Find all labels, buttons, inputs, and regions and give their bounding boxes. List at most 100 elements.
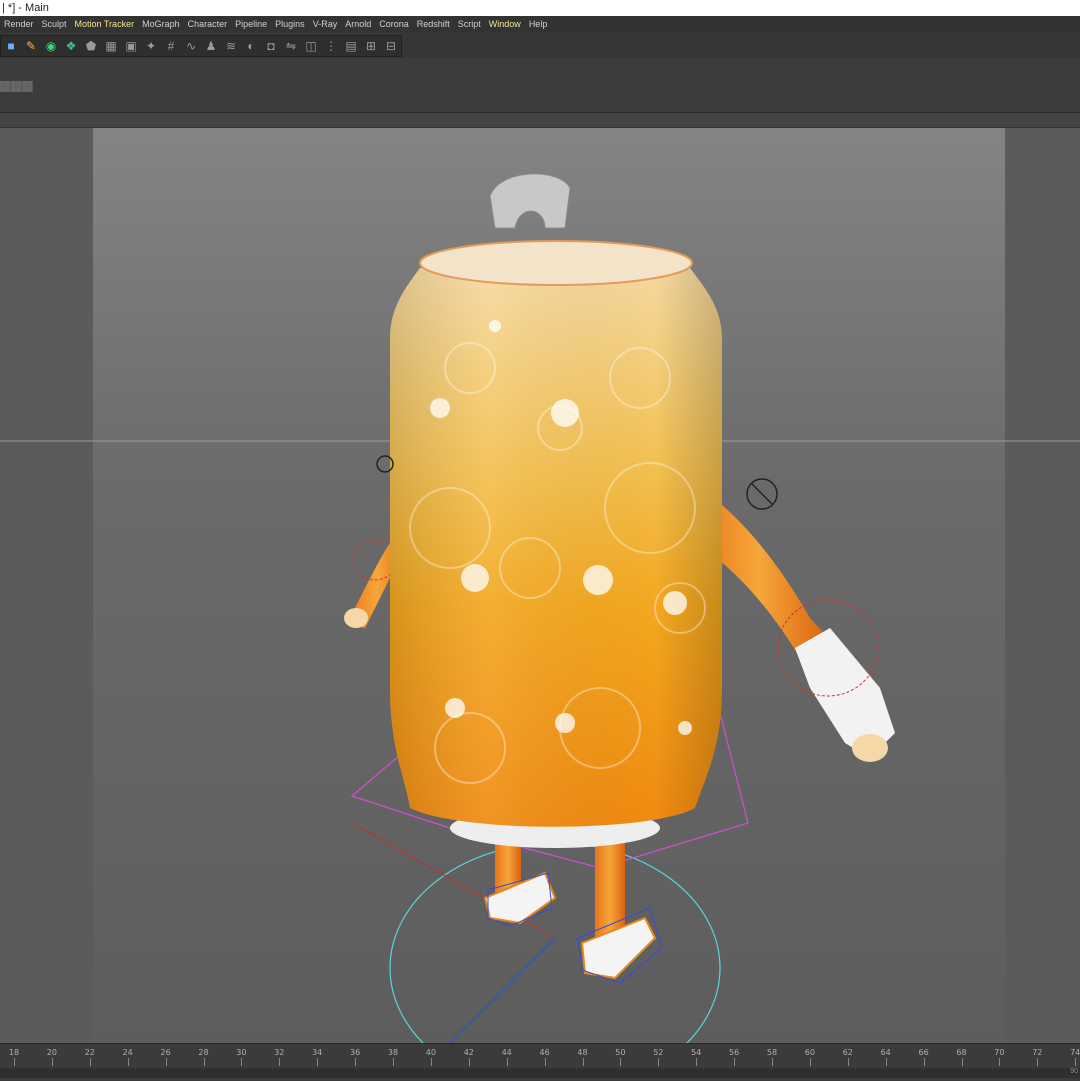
timeline-track[interactable] [0, 1068, 1080, 1078]
camera-icon[interactable]: ▣ [122, 37, 140, 55]
hair-icon[interactable]: ≋ [222, 37, 240, 55]
sculpt-icon[interactable]: ◐ [242, 37, 260, 55]
deformer-icon[interactable]: ⬟ [82, 37, 100, 55]
timeline-tick-mark [89, 1058, 91, 1066]
timeline-tick-label: 44 [501, 1048, 512, 1057]
timeline-tick-mark [544, 1058, 546, 1066]
window-title: | *] - Main [2, 2, 49, 14]
timeline-tick-label: 58 [766, 1048, 778, 1057]
timeline-tick-mark [809, 1058, 811, 1066]
timeline-tick-mark [847, 1058, 849, 1066]
timeline-tick-mark [127, 1058, 129, 1066]
timeline-tick-label: 24 [122, 1048, 133, 1057]
timeline-tick-label: 70 [994, 1048, 1005, 1057]
mini-tool-icon[interactable]: · [0, 81, 11, 92]
timeline-tick-mark [430, 1058, 432, 1066]
timeline-tick-mark [51, 1058, 53, 1066]
right-hand[interactable] [852, 734, 888, 762]
timeline-tick-mark [696, 1058, 698, 1066]
grid-icon[interactable]: # [162, 37, 180, 55]
3d-viewport[interactable] [0, 128, 1080, 1043]
menu-item-render[interactable]: Render [0, 16, 38, 32]
mesh-icon[interactable]: ⊞ [362, 37, 380, 55]
timeline-tick-label: 34 [312, 1048, 323, 1057]
menu-item-corona[interactable]: Corona [375, 16, 413, 32]
timeline[interactable]: 18 20 22 24 26 28 30 32 34 36 38 40 42 44 46 48 50 52 54 56… [0, 1043, 1080, 1081]
timeline-tick-label: 32 [274, 1048, 285, 1057]
subdivision-icon[interactable]: ◉ [42, 37, 60, 55]
menu-item-arnold[interactable]: Arnold [341, 16, 375, 32]
menu-item-redshift[interactable]: Redshift [413, 16, 454, 32]
timeline-tick-mark [923, 1058, 925, 1066]
timeline-tick-label: 36 [350, 1048, 361, 1057]
timeline-tick-label: 60 [804, 1048, 815, 1057]
left-hand[interactable] [344, 608, 368, 628]
timeline-tick-mark [658, 1058, 660, 1066]
lattice-icon[interactable]: ⊟ [382, 37, 400, 55]
matrix-icon[interactable]: ▤ [342, 37, 360, 55]
timeline-tick-mark [279, 1058, 281, 1066]
timeline-tick-label: 18 [8, 1048, 20, 1057]
array-icon[interactable]: ⋮ [322, 37, 340, 55]
timeline-tick-mark [734, 1058, 736, 1066]
timeline-tick-label: 22 [84, 1048, 95, 1057]
timeline-tick-label: 74 [1070, 1048, 1080, 1057]
timeline-tick-label: 50 [615, 1048, 626, 1057]
timeline-tick-label: 20 [46, 1048, 57, 1057]
timeline-tick-mark [582, 1058, 584, 1066]
menu-item-v-ray[interactable]: V-Ray [309, 16, 342, 32]
timeline-tick-label: 40 [425, 1048, 436, 1057]
mini-tool-icon[interactable]: · [22, 81, 33, 92]
cloner-icon[interactable]: ❖ [62, 37, 80, 55]
menu-item-pipeline[interactable]: Pipeline [231, 16, 271, 32]
timeline-tick-mark [620, 1058, 622, 1066]
timeline-tick-label: 52 [653, 1048, 664, 1057]
cube-icon[interactable]: ■ [2, 37, 20, 55]
timeline-tick-mark [14, 1058, 15, 1066]
timeline-ruler[interactable]: 18 20 22 24 26 28 30 32 34 36 38 40 42 44 46 48 50 52 54 56… [0, 1044, 1080, 1068]
toolbar-icon-group: ■ ✎ ◉ ❖ ⬟ ▦ ▣ ✦ # ∿ ♟ ≋ ◐ ◘ ⇋ ◫ ⋮ ▤ ⊞ ⊟ [0, 35, 402, 57]
menu-item-script[interactable]: Script [454, 16, 485, 32]
pen-icon[interactable]: ✎ [22, 37, 40, 55]
timeline-tick-label: 56 [729, 1048, 740, 1057]
command-toolbar: ■ ✎ ◉ ❖ ⬟ ▦ ▣ ✦ # ∿ ♟ ≋ ◐ ◘ ⇋ ◫ ⋮ ▤ ⊞ ⊟ [0, 32, 1080, 58]
timeline-tick-mark [772, 1058, 773, 1066]
menu-item-window[interactable]: Window [485, 16, 525, 32]
light-icon[interactable]: ✦ [142, 37, 160, 55]
menu-item-character[interactable]: Character [184, 16, 232, 32]
timeline-tick-mark [393, 1058, 394, 1066]
timeline-tick-mark [241, 1058, 243, 1066]
timeline-tick-label: 54 [691, 1048, 702, 1057]
menu-item-help[interactable]: Help [525, 16, 552, 32]
menu-item-mograph[interactable]: MoGraph [138, 16, 184, 32]
timeline-tick-mark [506, 1058, 508, 1066]
scene-canvas [0, 173, 1080, 1043]
secondary-panel: · · · [0, 58, 1080, 113]
symmetry-icon[interactable]: ⇋ [282, 37, 300, 55]
menu-item-plugins[interactable]: Plugins [271, 16, 309, 32]
menu-item-sculpt[interactable]: Sculpt [38, 16, 71, 32]
timeline-tick-label: 66 [918, 1048, 929, 1057]
character-icon[interactable]: ♟ [202, 37, 220, 55]
instance-icon[interactable]: ◫ [302, 37, 320, 55]
timeline-tick-mark [355, 1058, 357, 1066]
floor-icon[interactable]: ▦ [102, 37, 120, 55]
timeline-tick-label: 48 [577, 1048, 588, 1057]
timeline-tick-label: 72 [1032, 1048, 1043, 1057]
timeline-tick-mark [1037, 1058, 1039, 1066]
spline-icon[interactable]: ∿ [182, 37, 200, 55]
mini-tool-icon[interactable]: · [11, 81, 22, 92]
menu-item-motion-tracker[interactable]: Motion Tracker [71, 16, 139, 32]
boole-icon[interactable]: ◘ [262, 37, 280, 55]
main-menubar: Render Sculpt Motion Tracker MoGraph Charact… [0, 16, 1080, 32]
timeline-tick-label: 64 [880, 1048, 891, 1057]
pull-tab[interactable] [489, 173, 571, 229]
ik-target-cross [751, 483, 773, 505]
viewport-header [0, 113, 1080, 128]
timeline-tick-mark [999, 1058, 1001, 1066]
timeline-tick-mark [885, 1058, 887, 1066]
timeline-tick-mark [165, 1058, 167, 1066]
timeline-tick-label: 26 [160, 1048, 171, 1057]
timeline-tick-mark [203, 1058, 205, 1066]
can-top[interactable] [419, 240, 693, 286]
